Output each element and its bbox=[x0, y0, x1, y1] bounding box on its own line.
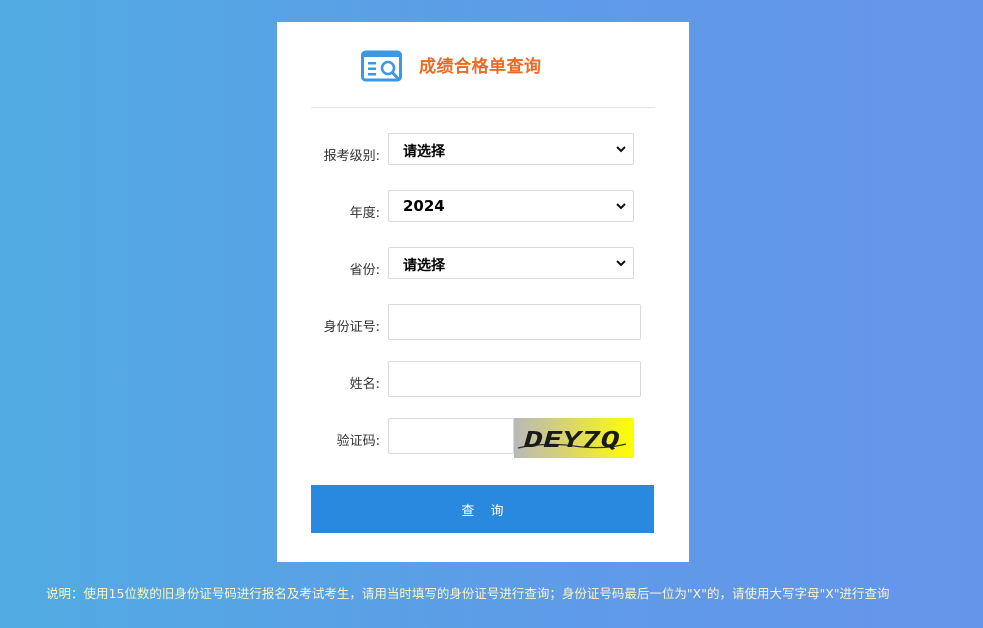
province-select-value: 请选择 bbox=[403, 258, 445, 274]
chevron-down-icon bbox=[616, 260, 626, 267]
card-header: 成绩合格单查询 bbox=[311, 22, 655, 108]
province-label: 省份: bbox=[349, 263, 380, 278]
captcha-input[interactable] bbox=[388, 418, 514, 454]
chevron-down-icon bbox=[616, 203, 626, 210]
level-label: 报考级别: bbox=[323, 149, 380, 164]
year-label: 年度: bbox=[349, 206, 380, 221]
province-select[interactable]: 请选择 bbox=[388, 247, 634, 279]
query-button[interactable]: 查 询 bbox=[311, 485, 654, 533]
year-select[interactable]: 2024 bbox=[388, 190, 634, 222]
id-number-input[interactable] bbox=[388, 304, 641, 340]
search-document-icon bbox=[361, 50, 402, 82]
name-input[interactable] bbox=[388, 361, 641, 397]
instruction-note: 说明：使用15位数的旧身份证号码进行报名及考试考生，请用当时填写的身份证号进行查… bbox=[46, 586, 890, 601]
name-label: 姓名: bbox=[349, 377, 380, 392]
captcha-text: DEY7Q bbox=[523, 428, 620, 453]
captcha-label: 验证码: bbox=[336, 434, 380, 449]
level-select[interactable]: 请选择 bbox=[388, 133, 634, 165]
query-card: 成绩合格单查询 报考级别: 请选择 年度: 2024 省份: 请选择 身份证号:… bbox=[277, 22, 689, 562]
level-select-value: 请选择 bbox=[403, 144, 445, 160]
page-title: 成绩合格单查询 bbox=[419, 57, 542, 77]
id-number-label: 身份证号: bbox=[323, 320, 380, 335]
chevron-down-icon bbox=[616, 146, 626, 153]
year-select-value: 2024 bbox=[403, 197, 445, 215]
captcha-image[interactable]: DEY7Q bbox=[514, 418, 634, 458]
